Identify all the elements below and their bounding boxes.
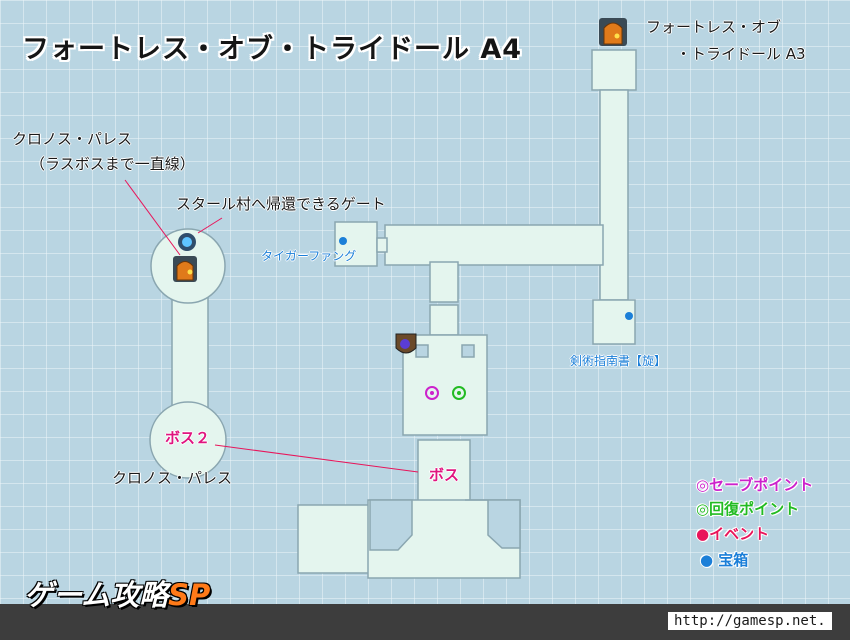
exit-a3-room <box>591 49 637 91</box>
brand-accent: SP <box>168 578 211 612</box>
center-corridor-1 <box>429 261 459 303</box>
door-icon[interactable] <box>173 256 197 282</box>
swordbook-room <box>592 299 636 345</box>
swordbook-label: 剣術指南書【旋】 <box>570 354 667 368</box>
bottom-left-hall <box>297 504 371 574</box>
map-title: フォートレス・オブ・トライドール A4 <box>22 34 523 65</box>
exit-a3-label-2: ・トライドール A3 <box>676 45 806 63</box>
tiger-fang-label: タイガーファング <box>261 249 357 263</box>
legend-chest: ● 宝箱 <box>700 551 749 569</box>
door-icon[interactable] <box>599 18 627 46</box>
chronos-palace-label: クロノス・パレス <box>12 130 133 148</box>
event-shield-icon[interactable] <box>395 333 417 354</box>
exit-a3-label: フォートレス・オブ <box>646 18 782 36</box>
legend-event: ●イベント <box>696 525 770 543</box>
center-corridor-2 <box>429 304 459 336</box>
boss2-label: ボス２ <box>165 429 211 447</box>
chronos-palace-bottom-label: クロノス・パレス <box>112 469 233 487</box>
site-url-link[interactable]: http://gamesp.net. <box>668 612 832 630</box>
horizontal-corridor <box>384 224 604 266</box>
dungeon-map <box>0 0 850 640</box>
boss-label: ボス <box>429 466 460 484</box>
treasure-marker[interactable] <box>625 312 633 320</box>
return-gate-label: スタール村へ帰還できるゲート <box>176 195 386 213</box>
warp-gate-icon[interactable] <box>178 233 196 251</box>
legend-heal: ◎回復ポイント <box>696 500 800 518</box>
tiger-fang-connector <box>376 237 388 253</box>
site-logo[interactable]: ゲーム攻略SP <box>24 581 210 610</box>
brand-main: ゲーム攻略 <box>24 578 169 612</box>
right-vertical-corridor <box>599 89 629 301</box>
chronos-palace-note: （ラスボスまで一直線） <box>30 155 195 173</box>
treasure-marker[interactable] <box>339 237 347 245</box>
legend-save: ◎セーブポイント <box>696 476 814 494</box>
